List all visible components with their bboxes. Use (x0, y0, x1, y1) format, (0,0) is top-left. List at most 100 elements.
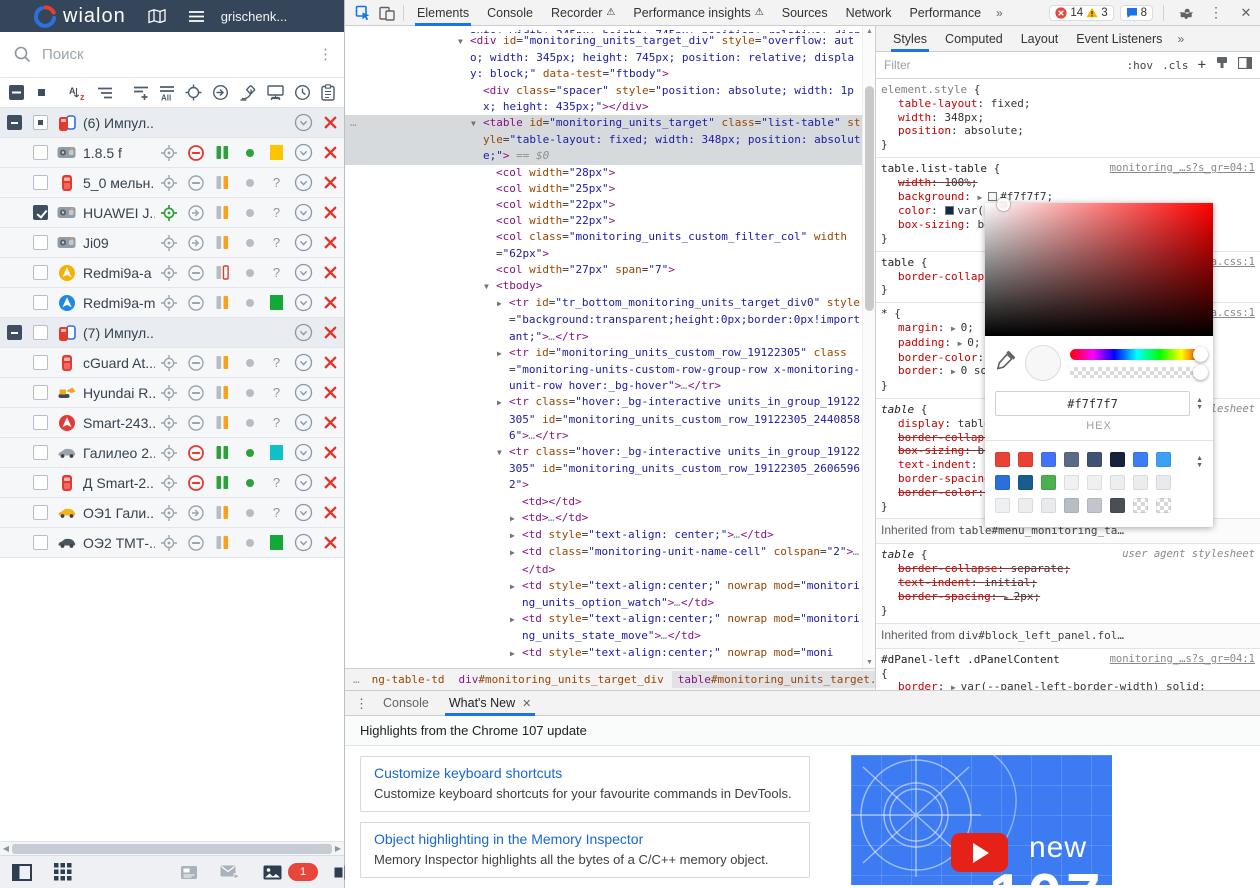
palette-color-swatch[interactable] (995, 452, 1010, 467)
tab-console[interactable]: Console (478, 0, 542, 26)
row-menu-button[interactable] (290, 263, 317, 282)
locate-icon[interactable] (155, 504, 182, 522)
rule-selector[interactable]: table.list-table (881, 162, 987, 175)
palette-color-swatch[interactable] (1110, 475, 1125, 490)
palette-color-swatch[interactable] (1064, 498, 1079, 513)
inspect-element-icon[interactable] (351, 1, 375, 25)
unit-row[interactable]: Галилео 2... (0, 438, 344, 468)
connection-state-icon[interactable] (182, 264, 209, 282)
unit-name[interactable]: Redmi9a-m (80, 295, 155, 311)
palette-color-swatch[interactable] (1087, 498, 1102, 513)
unit-row[interactable]: 5_0 мельн...? (0, 168, 344, 198)
unit-name[interactable]: Redmi9a-a (80, 265, 155, 281)
news-icon[interactable] (180, 865, 198, 880)
locate-icon[interactable] (155, 234, 182, 252)
remove-row-button[interactable] (317, 176, 344, 189)
remove-row-button[interactable] (317, 446, 344, 459)
css-property[interactable]: border: ▶ var(--panel-left-border-width)… (881, 680, 1255, 690)
locate-icon[interactable] (155, 534, 182, 552)
dom-tree-node[interactable]: <col width="22px"> (345, 213, 862, 229)
palette-color-swatch[interactable] (1156, 452, 1171, 467)
scroll-left-arrow[interactable]: ◀ (1, 844, 11, 853)
add-units-button[interactable] (133, 83, 149, 103)
remove-row-button[interactable] (317, 476, 344, 489)
new-style-rule-button[interactable]: + (1198, 57, 1206, 73)
expand-icon[interactable]: ▶ (510, 646, 522, 662)
breadcrumb-item[interactable]: ng-table-td (366, 671, 451, 688)
unit-name[interactable]: Д Smart-2... (80, 475, 155, 491)
palette-color-swatch[interactable] (1133, 452, 1148, 467)
dom-tree-scrollbar[interactable]: ▲ ▼ (862, 26, 875, 668)
more-sidebar-tabs-button[interactable]: » (1171, 32, 1190, 46)
dom-tree-node[interactable]: ▼<div id="monitoring_units_target_div" s… (345, 33, 862, 83)
remove-row-button[interactable] (317, 506, 344, 519)
unit-checkbox[interactable] (33, 355, 48, 370)
remove-row-button[interactable] (317, 206, 344, 219)
expand-icon[interactable]: ▶ (497, 395, 509, 411)
remove-row-button[interactable] (317, 266, 344, 279)
unit-row[interactable]: Smart-243...? (0, 408, 344, 438)
tab-computed[interactable]: Computed (936, 26, 1012, 52)
group-checkbox[interactable] (7, 115, 22, 130)
locate-all-button[interactable] (185, 83, 202, 103)
locate-icon[interactable] (155, 474, 182, 492)
dom-tree-node[interactable]: ▼<tr class="hover:_bg-interactive units_… (345, 444, 862, 494)
expand-icon[interactable]: ▶ (510, 612, 522, 628)
color-gradient-area[interactable] (985, 203, 1213, 336)
card-title-link[interactable]: Customize keyboard shortcuts (374, 765, 796, 781)
palette-color-swatch[interactable] (1064, 452, 1079, 467)
settings-gear-icon[interactable] (1174, 1, 1198, 25)
rule-selector[interactable]: table (881, 548, 914, 561)
unit-name[interactable]: Smart-243... (80, 415, 155, 431)
locate-icon[interactable] (155, 174, 182, 192)
follow-units-button[interactable] (212, 83, 229, 103)
scroll-right-arrow[interactable]: ▶ (333, 844, 343, 853)
row-menu-button[interactable] (290, 113, 317, 132)
unit-row[interactable]: Hyundai R...? (0, 378, 344, 408)
send-mail-icon[interactable] (220, 864, 241, 880)
tab-performance[interactable]: Performance (900, 0, 990, 26)
monitor-button[interactable] (267, 83, 284, 103)
expand-icon[interactable]: ▶ (510, 579, 522, 595)
stylesheet-source-link[interactable]: monitoring_…s?s_gr=04:1 (1110, 162, 1255, 176)
locate-icon[interactable] (155, 204, 182, 222)
connection-state-icon[interactable] (182, 384, 209, 402)
row-menu-button[interactable] (290, 533, 317, 552)
collapse-icon[interactable]: ▼ (471, 116, 483, 132)
row-menu-button[interactable] (290, 413, 317, 432)
unit-checkbox[interactable] (33, 205, 48, 220)
dom-tree-node[interactable]: ▶<td style="text-align:center;" nowrap m… (345, 611, 862, 644)
drawer-menu-icon[interactable]: ⋮ (355, 701, 367, 706)
scrollbar-thumb[interactable] (865, 86, 874, 311)
row-menu-button[interactable] (290, 443, 317, 462)
selection-mode-button[interactable] (34, 83, 49, 103)
connection-state-icon[interactable] (182, 444, 209, 462)
palette-color-swatch[interactable] (1133, 498, 1148, 513)
expand-icon[interactable]: ▶ (497, 296, 509, 312)
tab-elements[interactable]: Elements (408, 0, 478, 26)
unit-checkbox[interactable] (33, 505, 48, 520)
color-cursor[interactable] (997, 198, 1010, 211)
add-all-units-button[interactable]: All (159, 83, 175, 103)
css-property[interactable]: border-spacing: ▶ 2px; (881, 590, 1255, 605)
breadcrumb-overflow-left[interactable]: … (349, 673, 364, 686)
unit-row[interactable]: HUAWEI J...? (0, 198, 344, 228)
color-swatch[interactable] (988, 192, 997, 201)
search-input[interactable]: Поиск (42, 46, 307, 63)
alpha-knob[interactable] (1193, 365, 1208, 380)
tab-layout[interactable]: Layout (1012, 26, 1068, 52)
group-row[interactable]: (7) Импул... (0, 318, 344, 348)
group-checkbox[interactable] (7, 325, 22, 340)
list-view-button[interactable] (97, 83, 113, 103)
unit-checkbox[interactable] (33, 175, 48, 190)
remove-row-button[interactable] (317, 416, 344, 429)
palette-color-swatch[interactable] (1064, 475, 1079, 490)
remove-row-button[interactable] (317, 146, 344, 159)
unit-checkbox[interactable] (33, 295, 48, 310)
unit-row[interactable]: ОЭ1 Гали...? (0, 498, 344, 528)
unit-name[interactable]: ОЭ2 ТМТ-... (80, 535, 155, 551)
alpha-slider[interactable] (1070, 367, 1204, 378)
palette-color-swatch[interactable] (1018, 498, 1033, 513)
issues-badge[interactable]: 14 3 (1049, 5, 1113, 21)
tab-event-listeners[interactable]: Event Listeners (1067, 26, 1171, 52)
